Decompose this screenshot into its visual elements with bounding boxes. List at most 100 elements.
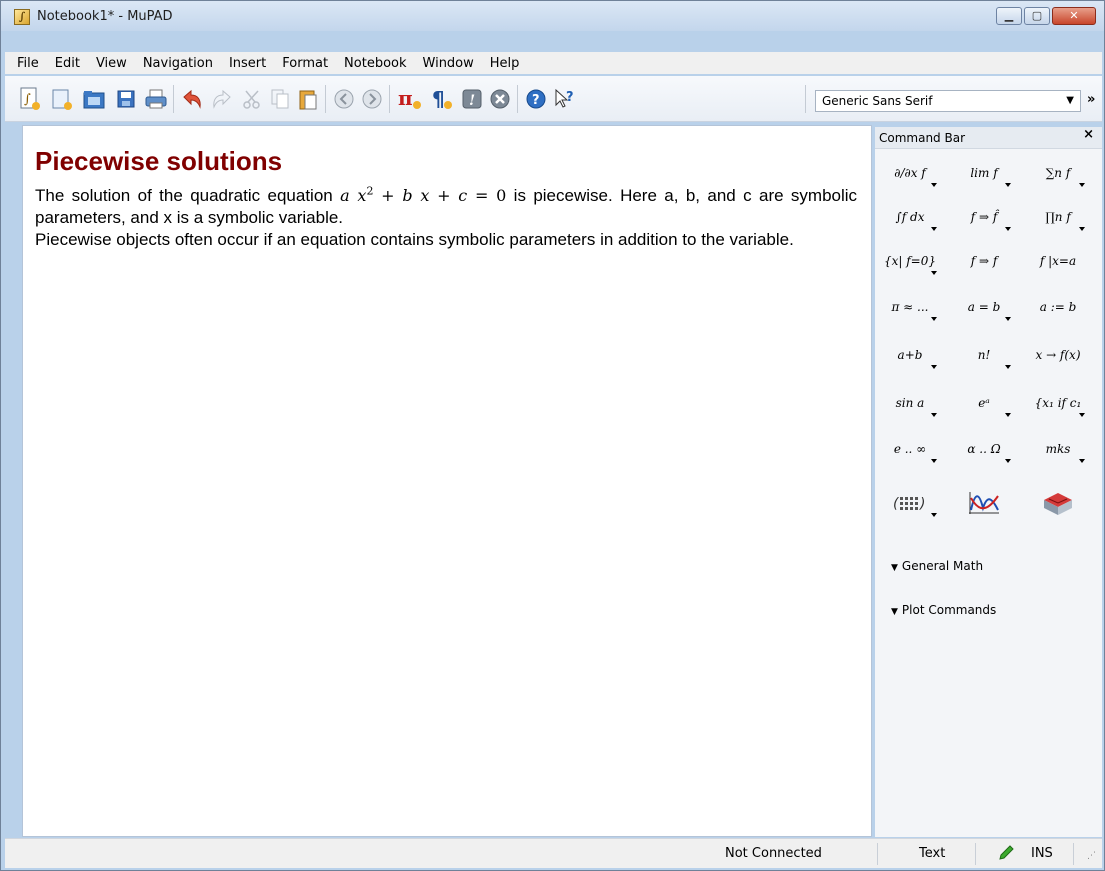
cmd-function[interactable]: x → f(x) [1029,339,1087,371]
section-label: Plot Commands [901,603,997,617]
resize-grip-icon[interactable]: ⋰ [1087,851,1096,861]
title-bar: ∫ Notebook1* - MuPAD ▁ ▢ ✕ [1,1,1104,31]
cmd-arithmetic[interactable]: a+b [881,339,939,371]
menu-edit[interactable]: Edit [47,56,88,71]
paste-icon[interactable] [295,86,321,112]
menu-view[interactable]: View [88,56,135,71]
cmd-plot-2d[interactable] [955,487,1013,519]
cmd-integral[interactable]: ∫f dx [881,201,939,233]
menu-navigation[interactable]: Navigation [135,56,221,71]
cmd-matrix[interactable]: () [881,487,939,519]
cmd-sum[interactable]: ∑n f [1029,157,1087,189]
toolbar-separator [173,85,174,113]
paragraph-1: The solution of the quadratic equation a… [35,185,857,229]
evaluate-icon[interactable]: ! [459,86,485,112]
cmd-equation[interactable]: a = b [955,291,1013,323]
insert-mode-status: INS [1031,846,1053,861]
eq-x2: x [420,186,430,205]
cmd-label: x → f(x) [1035,348,1081,362]
menu-format[interactable]: Format [274,56,336,71]
save-icon[interactable] [113,86,139,112]
new-notebook-icon[interactable]: ∫ [17,86,43,112]
menu-help[interactable]: Help [482,56,528,71]
section-plot-commands[interactable]: ▼ Plot Commands [891,603,996,617]
cmd-derivative[interactable]: ∂/∂x f [881,157,939,189]
print-icon[interactable] [143,86,169,112]
toolbar-overflow-button[interactable]: » [1087,92,1095,107]
insert-text-paragraph-icon[interactable]: ¶ [429,86,455,112]
collapse-triangle-icon: ▼ [891,563,898,573]
mupad-app-icon: ∫ [14,9,30,25]
cmd-plot-3d[interactable] [1029,487,1087,519]
maximize-button[interactable]: ▢ [1024,7,1050,25]
window-controls: ▁ ▢ ✕ [996,7,1096,25]
minimize-button[interactable]: ▁ [996,7,1022,25]
cmd-label: {x| f=0} [883,254,937,268]
cmd-simplify[interactable]: f ⇒ f [955,245,1013,277]
context-help-icon[interactable]: ? [551,86,577,112]
cmd-label: α .. Ω [967,442,1001,456]
cmd-label: n! [977,348,991,362]
paragraph-1-text-start: The solution of the quadratic equation [35,186,341,205]
insert-calculation-icon[interactable]: π [397,86,423,112]
cmd-trig[interactable]: sin a [881,387,939,419]
cmd-constants[interactable]: e .. ∞ [881,433,939,465]
cmd-approximate[interactable]: π ≈ ... [881,291,939,323]
notebook-document[interactable]: Piecewise solutions The solution of the … [22,125,872,837]
menu-notebook[interactable]: Notebook [336,56,414,71]
dropdown-arrow-icon [1079,183,1085,187]
svg-text:!: ! [469,93,475,109]
cmd-label: ∏n f [1045,210,1071,224]
copy-icon[interactable] [267,86,293,112]
cmd-greek[interactable]: α .. Ω [955,433,1013,465]
cmd-factorial[interactable]: n! [955,339,1013,371]
cmd-limit[interactable]: lim f [955,157,1013,189]
svg-text:(: ( [893,496,899,512]
cmd-product[interactable]: ∏n f [1029,201,1087,233]
cmd-transform[interactable]: f ⇒ f̂ [955,201,1013,233]
help-icon[interactable]: ? [523,86,549,112]
cmd-label: lim f [970,166,998,180]
cmd-label: mks [1045,442,1071,456]
menu-file[interactable]: File [9,56,47,71]
menu-insert[interactable]: Insert [221,56,274,71]
cmd-label: ∑n f [1045,166,1071,180]
status-separator [1073,843,1074,865]
redo-icon[interactable] [209,86,235,112]
open-folder-icon[interactable] [81,86,107,112]
dropdown-arrow-icon [1005,365,1011,369]
close-button[interactable]: ✕ [1052,7,1096,25]
section-general-math[interactable]: ▼ General Math [891,559,983,573]
matrix-icon: () [893,496,925,512]
new-editor-icon[interactable] [49,86,75,112]
eq-a: a [340,186,350,205]
cmd-label: π ≈ ... [891,300,929,314]
section-label: General Math [901,559,984,573]
cmd-label: f ⇒ f̂ [970,210,998,224]
cmd-label: {x₁ if c₁ [1034,396,1082,410]
cmd-piecewise[interactable]: {x₁ if c₁ [1029,387,1087,419]
menu-bar: File Edit View Navigation Insert Format … [5,52,1102,74]
cmd-units[interactable]: mks [1029,433,1087,465]
cmd-assign[interactable]: a := b [1029,291,1087,323]
cmd-exponential[interactable]: eᵃ [955,387,1013,419]
pencil-icon [997,844,1015,866]
cmd-solve[interactable]: {x| f=0} [881,245,939,277]
undo-icon[interactable] [179,86,205,112]
forward-icon[interactable] [359,86,385,112]
dropdown-arrow-icon [1005,413,1011,417]
cmd-label: f ⇒ f [970,254,998,268]
command-bar-close-button[interactable]: × [1083,127,1094,142]
cmd-label: ∫f dx [895,210,925,224]
svg-text:): ) [919,496,925,512]
font-family-select[interactable]: Generic Sans Serif ▼ [815,90,1081,112]
cmd-substitute[interactable]: f |x=a [1029,245,1087,277]
back-icon[interactable] [331,86,357,112]
menu-window[interactable]: Window [415,56,482,71]
dropdown-arrow-icon: ▼ [1066,95,1074,106]
toolbar: ∫ π ¶ ! ? ? Generic Sans Serif ▼ » [5,76,1102,122]
cut-icon[interactable] [239,86,265,112]
svg-text:¶: ¶ [432,87,445,111]
collapse-triangle-icon: ▼ [891,607,898,617]
stop-icon[interactable] [487,86,513,112]
